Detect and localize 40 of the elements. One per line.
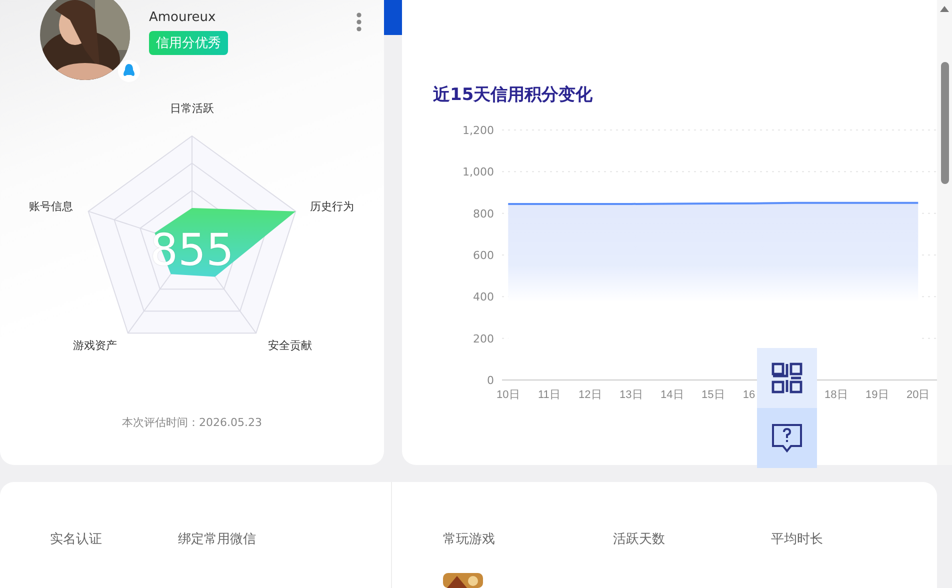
axis-tick-label: 13日 [620,389,643,401]
help-chat-icon [771,422,803,454]
radar-label: 历史行为 [310,200,354,213]
evaluation-time: 本次评估时间：2026.05.23 [122,415,262,430]
column-header: 实名认证 [50,531,103,549]
penguin-icon [118,60,140,82]
axis-tick-label: 18日 [824,389,848,401]
axis-tick-label: 400 [473,290,494,304]
help-button[interactable] [757,408,817,468]
axis-tick-label: 15日 [702,389,725,401]
chart-title: 近15天信用积分变化 [433,84,594,106]
axis-tick-label: 14日 [660,389,684,401]
radar-label: 账号信息 [29,200,73,213]
axis-tick-label: 11日 [538,389,560,401]
radar-label: 日常活跃 [170,102,214,115]
user-name: Amoureux [149,10,217,25]
qr-code-button[interactable] [757,348,817,408]
axis-tick-label: 200 [473,332,494,346]
column-header: 常玩游戏 [443,531,496,548]
axis-tick-label: 20日 [906,389,930,401]
axis-tick-label: 600 [473,249,494,262]
accent-bar [384,0,402,35]
qr-code-icon [771,362,803,394]
axis-tick-label: 19日 [866,389,889,401]
scrollbar-thumb[interactable] [940,62,948,184]
credit-badge: 信用分优秀 [149,31,228,55]
axis-tick-label: 800 [473,207,494,220]
axis-tick-label: 10日 [496,389,520,401]
more-icon[interactable] [356,12,362,32]
column-header: 活跃天数 [613,531,666,548]
axis-tick-label: 0 [487,374,494,387]
column-header: 绑定常用微信 [178,531,257,549]
axis-tick-label: 12日 [578,389,602,401]
axis-tick-label: 16 [742,389,756,401]
scroll-up-icon[interactable] [940,6,949,12]
axis-tick-label: 1,200 [462,124,494,137]
column-header: 平均时长 [771,531,824,548]
radar-label: 游戏资产 [73,339,117,352]
axis-tick-label: 1,000 [462,166,494,179]
radar-label: 安全贡献 [268,339,312,352]
